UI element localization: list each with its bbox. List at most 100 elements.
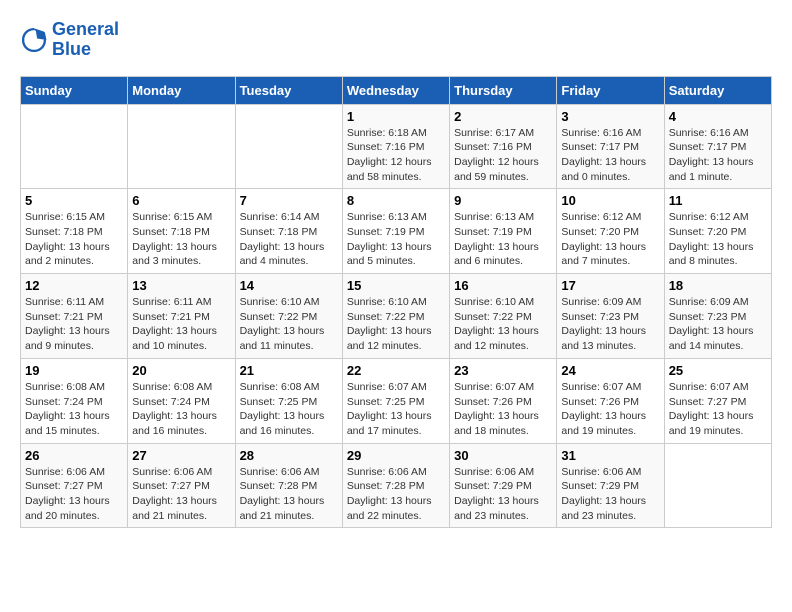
day-info: Sunrise: 6:14 AM Sunset: 7:18 PM Dayligh… <box>240 210 338 269</box>
calendar-cell: 14 Sunrise: 6:10 AM Sunset: 7:22 PM Dayli… <box>235 274 342 359</box>
calendar-cell: 11Sunrise: 6:12 AM Sunset: 7:20 PM Dayli… <box>664 189 771 274</box>
calendar-cell: 25 Sunrise: 6:07 AM Sunset: 7:27 PM Dayli… <box>664 358 771 443</box>
calendar-cell: 26Sunrise: 6:06 AM Sunset: 7:27 PM Dayli… <box>21 443 128 528</box>
calendar-cell: 6Sunrise: 6:15 AM Sunset: 7:18 PM Daylig… <box>128 189 235 274</box>
day-number: 14 <box>240 278 338 293</box>
day-info: Sunrise: 6:15 AM Sunset: 7:18 PM Dayligh… <box>132 210 230 269</box>
calendar-cell: 23 Sunrise: 6:07 AM Sunset: 7:26 PM Dayli… <box>450 358 557 443</box>
day-number: 24 <box>561 363 659 378</box>
calendar-week-row: 12 Sunrise: 6:11 AM Sunset: 7:21 PM Dayli… <box>21 274 772 359</box>
day-info: Sunrise: 6:11 AM Sunset: 7:21 PM Dayligh… <box>132 295 230 354</box>
calendar-week-row: 26 Sunrise: 6:06 AM Sunset: 7:27 PM Dayli… <box>21 443 772 528</box>
calendar-cell <box>235 104 342 189</box>
calendar-cell: 27 Sunrise: 6:06 AM Sunset: 7:27 PM Dayli… <box>128 443 235 528</box>
day-number: 4 <box>669 109 767 124</box>
calendar-cell: 7 Sunrise: 6:14 AM Sunset: 7:18 PM Daylig… <box>235 189 342 274</box>
day-number: 20 <box>132 363 230 378</box>
day-info: Sunrise: 6:07 AM Sunset: 7:26 PM Dayligh… <box>561 380 659 439</box>
calendar-cell <box>21 104 128 189</box>
day-info: Sunrise: 6:16 AM Sunset: 7:17 PM Dayligh… <box>561 126 659 185</box>
calendar-cell: 24 Sunrise: 6:07 AM Sunset: 7:26 PM Dayli… <box>557 358 664 443</box>
day-number: 8 <box>347 193 445 208</box>
day-number: 28 <box>240 448 338 463</box>
calendar-cell: 2 Sunrise: 6:17 AM Sunset: 7:16 PM Daylig… <box>450 104 557 189</box>
calendar-cell: 15Sunrise: 6:10 AM Sunset: 7:22 PM Dayli… <box>342 274 449 359</box>
logo: General Blue <box>20 20 119 60</box>
calendar-week-row: 5 Sunrise: 6:15 AM Sunset: 7:18 PM Daylig… <box>21 189 772 274</box>
day-info: Sunrise: 6:08 AM Sunset: 7:25 PM Dayligh… <box>240 380 338 439</box>
day-number: 9 <box>454 193 552 208</box>
calendar-cell <box>128 104 235 189</box>
calendar-week-row: 1Sunrise: 6:18 AM Sunset: 7:16 PM Daylig… <box>21 104 772 189</box>
day-number: 12 <box>25 278 123 293</box>
calendar-cell: 17 Sunrise: 6:09 AM Sunset: 7:23 PM Dayli… <box>557 274 664 359</box>
day-number: 29 <box>347 448 445 463</box>
day-info: Sunrise: 6:06 AM Sunset: 7:29 PM Dayligh… <box>454 465 552 524</box>
day-info: Sunrise: 6:06 AM Sunset: 7:28 PM Dayligh… <box>240 465 338 524</box>
day-number: 26 <box>25 448 123 463</box>
day-info: Sunrise: 6:08 AM Sunset: 7:24 PM Dayligh… <box>25 380 123 439</box>
day-info: Sunrise: 6:10 AM Sunset: 7:22 PM Dayligh… <box>454 295 552 354</box>
day-number: 7 <box>240 193 338 208</box>
day-info: Sunrise: 6:17 AM Sunset: 7:16 PM Dayligh… <box>454 126 552 185</box>
calendar-cell: 10Sunrise: 6:12 AM Sunset: 7:20 PM Dayli… <box>557 189 664 274</box>
day-number: 17 <box>561 278 659 293</box>
day-of-week-header: Saturday <box>664 76 771 104</box>
day-number: 13 <box>132 278 230 293</box>
day-info: Sunrise: 6:09 AM Sunset: 7:23 PM Dayligh… <box>669 295 767 354</box>
calendar-cell: 28 Sunrise: 6:06 AM Sunset: 7:28 PM Dayli… <box>235 443 342 528</box>
page-header: General Blue <box>20 20 772 60</box>
day-of-week-header: Sunday <box>21 76 128 104</box>
day-number: 10 <box>561 193 659 208</box>
calendar-cell: 9 Sunrise: 6:13 AM Sunset: 7:19 PM Daylig… <box>450 189 557 274</box>
calendar-cell: 12 Sunrise: 6:11 AM Sunset: 7:21 PM Dayli… <box>21 274 128 359</box>
logo-icon <box>20 26 48 54</box>
day-number: 31 <box>561 448 659 463</box>
day-info: Sunrise: 6:11 AM Sunset: 7:21 PM Dayligh… <box>25 295 123 354</box>
calendar-cell: 4 Sunrise: 6:16 AM Sunset: 7:17 PM Daylig… <box>664 104 771 189</box>
day-info: Sunrise: 6:07 AM Sunset: 7:26 PM Dayligh… <box>454 380 552 439</box>
day-of-week-header: Thursday <box>450 76 557 104</box>
logo-text: General Blue <box>52 20 119 60</box>
day-number: 22 <box>347 363 445 378</box>
calendar-cell: 19 Sunrise: 6:08 AM Sunset: 7:24 PM Dayli… <box>21 358 128 443</box>
day-number: 23 <box>454 363 552 378</box>
day-info: Sunrise: 6:13 AM Sunset: 7:19 PM Dayligh… <box>347 210 445 269</box>
day-info: Sunrise: 6:10 AM Sunset: 7:22 PM Dayligh… <box>240 295 338 354</box>
day-of-week-header: Monday <box>128 76 235 104</box>
calendar-cell: 21 Sunrise: 6:08 AM Sunset: 7:25 PM Dayli… <box>235 358 342 443</box>
day-info: Sunrise: 6:06 AM Sunset: 7:28 PM Dayligh… <box>347 465 445 524</box>
calendar-cell: 20 Sunrise: 6:08 AM Sunset: 7:24 PM Dayli… <box>128 358 235 443</box>
calendar-cell: 18 Sunrise: 6:09 AM Sunset: 7:23 PM Dayli… <box>664 274 771 359</box>
day-number: 25 <box>669 363 767 378</box>
calendar-cell: 29 Sunrise: 6:06 AM Sunset: 7:28 PM Dayli… <box>342 443 449 528</box>
calendar-cell: 13 Sunrise: 6:11 AM Sunset: 7:21 PM Dayli… <box>128 274 235 359</box>
day-info: Sunrise: 6:16 AM Sunset: 7:17 PM Dayligh… <box>669 126 767 185</box>
calendar-cell <box>664 443 771 528</box>
day-number: 21 <box>240 363 338 378</box>
calendar-cell: 31 Sunrise: 6:06 AM Sunset: 7:29 PM Dayli… <box>557 443 664 528</box>
day-number: 30 <box>454 448 552 463</box>
day-number: 18 <box>669 278 767 293</box>
day-number: 19 <box>25 363 123 378</box>
day-info: Sunrise: 6:07 AM Sunset: 7:27 PM Dayligh… <box>669 380 767 439</box>
day-number: 3 <box>561 109 659 124</box>
day-number: 11 <box>669 193 767 208</box>
day-number: 16 <box>454 278 552 293</box>
day-of-week-header: Tuesday <box>235 76 342 104</box>
day-info: Sunrise: 6:06 AM Sunset: 7:27 PM Dayligh… <box>132 465 230 524</box>
day-info: Sunrise: 6:07 AM Sunset: 7:25 PM Dayligh… <box>347 380 445 439</box>
day-info: Sunrise: 6:06 AM Sunset: 7:29 PM Dayligh… <box>561 465 659 524</box>
calendar-cell: 16 Sunrise: 6:10 AM Sunset: 7:22 PM Dayli… <box>450 274 557 359</box>
calendar-cell: 8 Sunrise: 6:13 AM Sunset: 7:19 PM Daylig… <box>342 189 449 274</box>
day-number: 5 <box>25 193 123 208</box>
day-number: 27 <box>132 448 230 463</box>
day-of-week-header: Wednesday <box>342 76 449 104</box>
calendar-week-row: 19 Sunrise: 6:08 AM Sunset: 7:24 PM Dayli… <box>21 358 772 443</box>
day-number: 2 <box>454 109 552 124</box>
day-info: Sunrise: 6:09 AM Sunset: 7:23 PM Dayligh… <box>561 295 659 354</box>
calendar-cell: 22 Sunrise: 6:07 AM Sunset: 7:25 PM Dayli… <box>342 358 449 443</box>
day-info: Sunrise: 6:13 AM Sunset: 7:19 PM Dayligh… <box>454 210 552 269</box>
calendar-cell: 3 Sunrise: 6:16 AM Sunset: 7:17 PM Daylig… <box>557 104 664 189</box>
day-info: Sunrise: 6:08 AM Sunset: 7:24 PM Dayligh… <box>132 380 230 439</box>
